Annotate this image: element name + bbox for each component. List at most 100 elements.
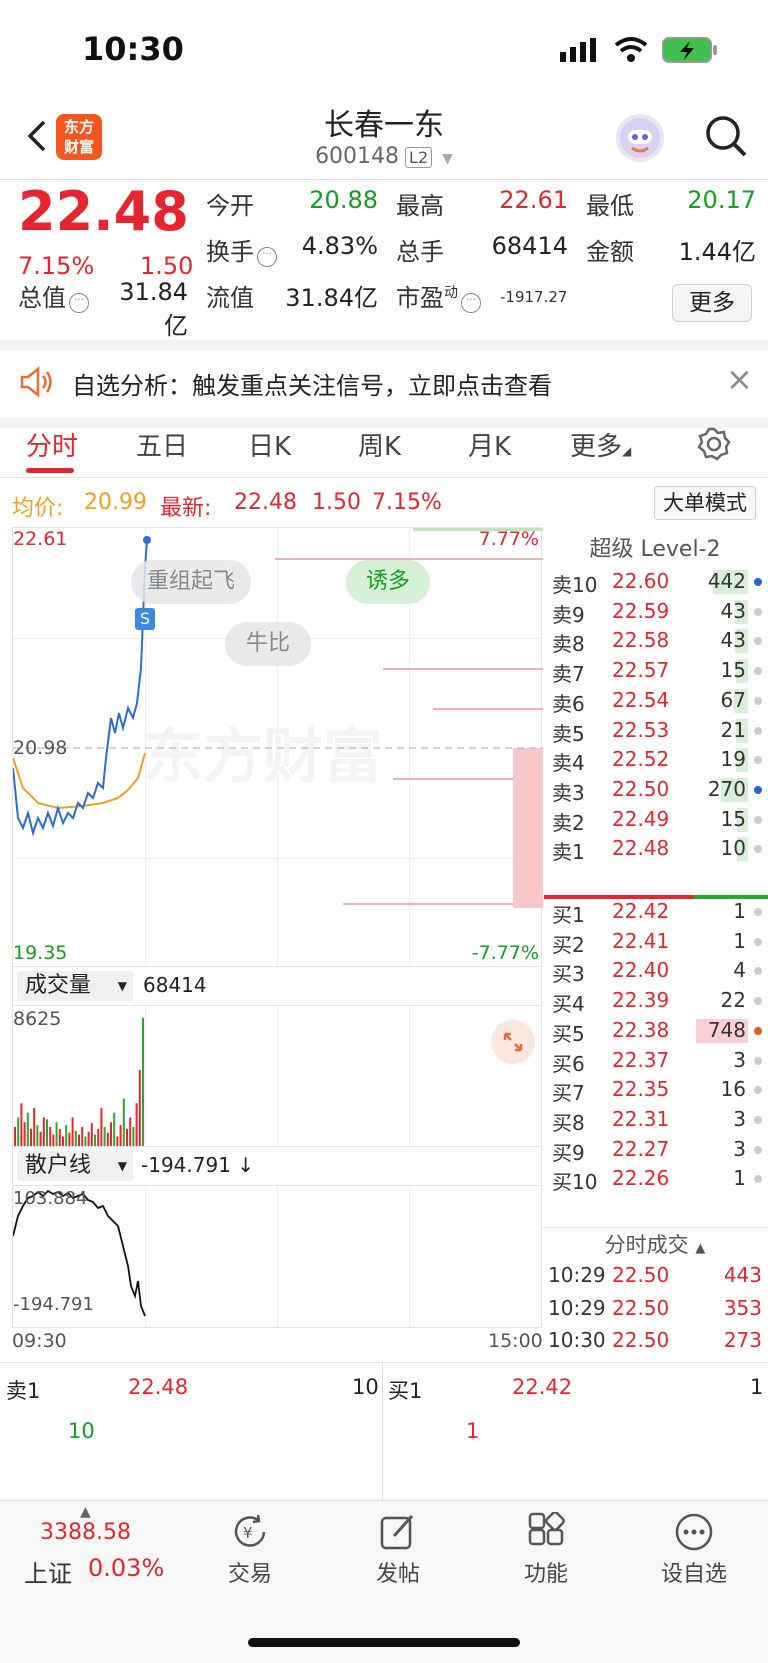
tag-chip[interactable]: 诱多 bbox=[346, 560, 430, 604]
volume-bar bbox=[81, 1127, 84, 1146]
status-dot-icon bbox=[754, 696, 762, 705]
bid-level: 买2 bbox=[552, 932, 585, 957]
tab-month-k[interactable]: 月K bbox=[468, 426, 511, 463]
bid-row[interactable]: 买8 22.31 3 bbox=[542, 1105, 768, 1136]
big-order-mode-button[interactable]: 大单模式 bbox=[654, 486, 756, 520]
post-icon[interactable] bbox=[378, 1512, 418, 1552]
volume-bar bbox=[14, 1127, 16, 1146]
ask-price: 22.60 bbox=[612, 569, 670, 593]
price-line bbox=[13, 536, 543, 837]
bid-volume: 4 bbox=[733, 958, 746, 983]
index-value[interactable]: 3388.58 bbox=[40, 1520, 131, 1545]
ask-price: 22.58 bbox=[612, 628, 670, 653]
tab-functions[interactable]: 功能 bbox=[486, 1556, 606, 1588]
bid-row[interactable]: 买1 22.42 1 bbox=[542, 897, 768, 928]
bid-level: 买9 bbox=[552, 1140, 585, 1165]
ask-price: 22.50 bbox=[612, 776, 670, 801]
bid-volume: 22 bbox=[720, 988, 746, 1013]
retail-selector[interactable]: 散户线 ▼ bbox=[17, 1151, 133, 1181]
latest-change: 1.50 bbox=[312, 490, 361, 515]
close-icon[interactable]: × bbox=[726, 360, 753, 398]
bid-price: 22.27 bbox=[612, 1136, 670, 1161]
tab-more[interactable]: 更多◢ bbox=[570, 426, 631, 463]
ask-row[interactable]: 卖2 22.49 15 bbox=[542, 805, 768, 836]
ask-row[interactable]: 卖5 22.53 21 bbox=[542, 716, 768, 747]
ticks-title-text: 分时成交 bbox=[604, 1233, 689, 1257]
tag-chip[interactable]: 重组起飞 bbox=[131, 560, 251, 604]
bid-row[interactable]: 买5 22.38 748 bbox=[542, 1016, 768, 1047]
ask-row[interactable]: 卖9 22.59 43 bbox=[542, 597, 768, 628]
volume-chart[interactable]: 8625 bbox=[12, 1005, 542, 1147]
tab-post[interactable]: 发帖 bbox=[338, 1556, 458, 1588]
retail-chart[interactable]: 103.884 -194.791 bbox=[12, 1185, 542, 1328]
ask-row[interactable]: 卖7 22.57 15 bbox=[542, 656, 768, 687]
bid-row[interactable]: 买2 22.41 1 bbox=[542, 927, 768, 958]
status-dot-icon bbox=[754, 1026, 762, 1035]
banner-text: 自选分析：触发重点关注信号，立即点击查看 bbox=[72, 372, 552, 400]
ask-row[interactable]: 卖6 22.54 67 bbox=[542, 686, 768, 717]
info-icon[interactable]: ··· bbox=[69, 293, 89, 313]
index-pct[interactable]: 0.03% bbox=[88, 1554, 164, 1582]
assistant-avatar-icon[interactable] bbox=[616, 114, 664, 162]
dropdown-icon: ▼ bbox=[117, 1159, 127, 1173]
bid-row[interactable]: 买10 22.26 1 bbox=[542, 1164, 768, 1195]
turnover-label-text: 换手 bbox=[206, 238, 254, 266]
ask-row[interactable]: 卖10 22.60 442 bbox=[542, 567, 768, 598]
settings-icon[interactable] bbox=[696, 426, 732, 462]
bid-row[interactable]: 买6 22.37 3 bbox=[542, 1046, 768, 1077]
chart-pct-high: 7.77% bbox=[478, 528, 539, 550]
tab-add-watchlist[interactable]: 设自选 bbox=[634, 1556, 754, 1588]
bid-row[interactable]: 买7 22.35 16 bbox=[542, 1075, 768, 1106]
expand-icon[interactable] bbox=[491, 1020, 535, 1064]
bid-price: 22.26 bbox=[612, 1166, 670, 1191]
volume-bar bbox=[49, 1127, 52, 1146]
bid-level: 买3 bbox=[552, 962, 585, 987]
bid-level: 买10 bbox=[552, 1170, 598, 1195]
market-cap-value: 31.84亿 bbox=[119, 278, 188, 340]
ask-row[interactable]: 卖3 22.50 270 bbox=[542, 775, 768, 806]
info-icon[interactable]: ··· bbox=[257, 247, 277, 267]
sell-marker[interactable]: S bbox=[135, 608, 155, 630]
volume-selector[interactable]: 成交量 ▼ bbox=[17, 971, 133, 1001]
search-icon[interactable] bbox=[704, 114, 748, 158]
info-icon[interactable]: ··· bbox=[461, 293, 481, 313]
ask-level: 卖9 bbox=[552, 602, 585, 627]
volume-bar bbox=[106, 1132, 109, 1146]
nav-bar: 东方 财富 长春一东 600148 L2 ▼ bbox=[0, 96, 768, 180]
tab-5day[interactable]: 五日 bbox=[136, 426, 188, 463]
tab-day-k[interactable]: 日K bbox=[248, 426, 291, 463]
time-end: 15:00 bbox=[488, 1330, 543, 1352]
bid-volume: 1 bbox=[733, 899, 746, 923]
bid-row[interactable]: 买4 22.39 22 bbox=[542, 986, 768, 1017]
trade-icon[interactable]: ¥ bbox=[230, 1512, 270, 1552]
functions-icon[interactable] bbox=[526, 1511, 566, 1552]
status-dot-icon bbox=[754, 967, 762, 976]
tick-time: 10:30 bbox=[548, 1328, 606, 1352]
intraday-chart[interactable]: 东方财富 22.61 20.98 19.35 7.77% -7.77% 重组起飞… bbox=[12, 527, 543, 967]
amount-value: 1.44亿 bbox=[678, 238, 756, 266]
volume-bar bbox=[23, 1122, 26, 1146]
tab-intraday[interactable]: 分时 bbox=[26, 426, 78, 463]
ticks-title[interactable]: 分时成交 ▲ bbox=[542, 1229, 768, 1259]
sell1-label: 卖1 bbox=[6, 1379, 41, 1403]
volume-bar bbox=[119, 1125, 122, 1146]
bid-price: 22.31 bbox=[612, 1106, 670, 1131]
low-value: 20.17 bbox=[687, 186, 756, 214]
tab-week-k[interactable]: 周K bbox=[358, 426, 401, 463]
index-name[interactable]: 上证 bbox=[24, 1554, 72, 1589]
ask-row[interactable]: 卖4 22.52 19 bbox=[542, 745, 768, 776]
change-amount: 1.50 bbox=[140, 252, 194, 280]
ask-row[interactable]: 卖8 22.58 43 bbox=[542, 626, 768, 657]
bid-row[interactable]: 买9 22.27 3 bbox=[542, 1135, 768, 1166]
volume-bar bbox=[84, 1136, 87, 1146]
more-button[interactable]: 更多 bbox=[672, 284, 752, 322]
chart-high: 22.61 bbox=[13, 528, 68, 550]
retail-header: 散户线 ▼ -194.791 ↓ bbox=[12, 1147, 542, 1185]
tab-trade[interactable]: 交易 bbox=[190, 1556, 310, 1588]
market-cap-label: 总值 ··· bbox=[18, 278, 89, 313]
bid-row[interactable]: 买3 22.40 4 bbox=[542, 956, 768, 987]
ask-row[interactable]: 卖1 22.48 10 bbox=[542, 834, 768, 865]
volume-header: 成交量 ▼ 68414 bbox=[12, 967, 542, 1005]
tag-chip[interactable]: 牛比 bbox=[225, 622, 311, 666]
add-watchlist-icon[interactable] bbox=[674, 1512, 714, 1552]
